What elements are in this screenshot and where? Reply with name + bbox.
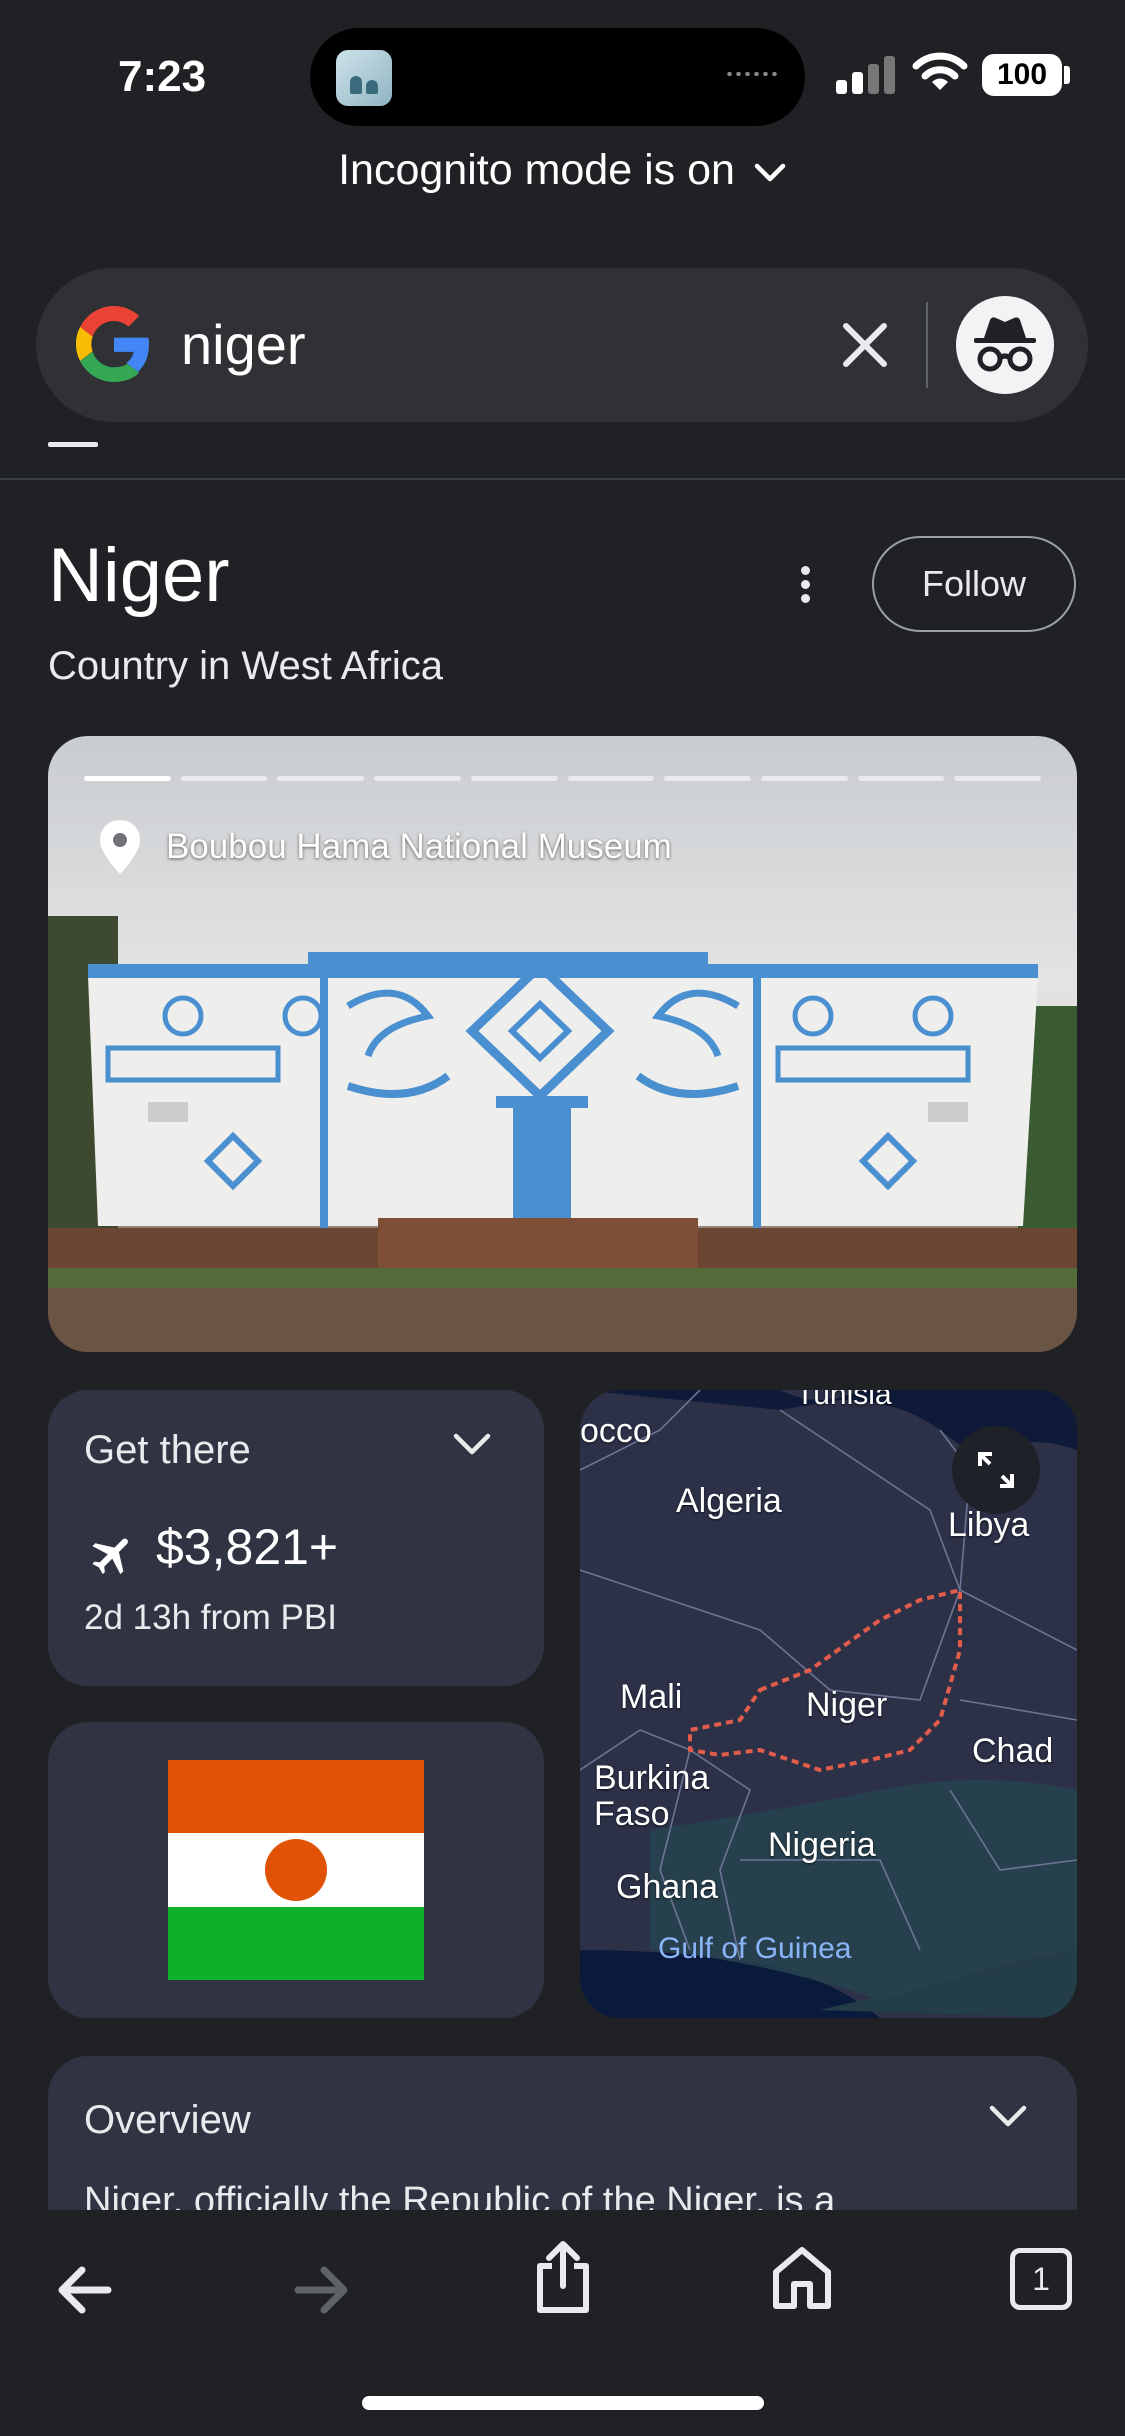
photo-location-label: Boubou Hama National Museum [166,827,672,866]
map-label-burkina-faso: Burkina Faso [594,1759,710,1833]
photo-carousel[interactable]: Boubou Hama National Museum [48,736,1077,1352]
map-label-morocco: occo [580,1412,652,1450]
map-label-gulf-of-guinea: Gulf of Guinea [658,1932,852,1965]
tab-indicator [48,442,98,447]
map-label-niger: Niger [806,1686,888,1724]
incognito-label: Incognito mode is on [338,146,735,194]
chevron-down-icon [754,163,786,181]
home-icon[interactable] [770,2244,834,2310]
flight-detail: 2d 13h from PBI [84,1598,337,1637]
close-icon[interactable] [836,316,894,374]
carousel-progress [84,776,1042,782]
map-label-tunisia: Tunisia [796,1390,892,1411]
chevron-down-icon[interactable] [988,2104,1028,2130]
status-time: 7:23 [118,52,207,101]
tab-count-button[interactable]: 1 [1010,2248,1072,2310]
home-indicator [362,2396,764,2410]
dynamic-island [310,28,805,126]
more-options-icon[interactable] [790,562,820,606]
expand-icon [978,1452,1014,1488]
map-label-ghana: Ghana [616,1868,719,1906]
cellular-signal-icon [836,56,896,94]
search-input[interactable]: niger [181,312,306,377]
entity-subtitle: Country in West Africa [48,644,443,688]
overview-title: Overview [84,2098,251,2142]
search-bar[interactable]: niger [36,268,1088,422]
google-logo-icon [76,306,149,382]
map-label-nigeria: Nigeria [768,1826,876,1864]
back-arrow-icon[interactable] [54,2262,114,2318]
divider [0,478,1125,480]
live-activity-app-icon [336,50,392,106]
wifi-icon [912,52,968,90]
battery-nub [1064,66,1070,84]
incognito-avatar[interactable] [956,296,1054,394]
museum-photo [48,916,1077,1352]
forward-arrow-icon[interactable] [292,2262,352,2318]
airplane-icon [92,1538,128,1575]
entity-title: Niger [48,533,230,618]
incognito-banner[interactable]: Incognito mode is on [0,146,1125,195]
battery-indicator: 100 [982,54,1062,96]
island-dots-icon [725,72,779,76]
get-there-card[interactable]: Get there $3,821+ 2d 13h from PBI [48,1390,544,1686]
incognito-icon [974,317,1036,372]
map-label-chad: Chad [972,1732,1054,1770]
search-divider [926,302,928,388]
photo-location[interactable]: Boubou Hama National Museum [98,818,672,876]
get-there-title: Get there [84,1428,251,1472]
location-pin-icon [100,820,140,874]
flight-price: $3,821+ [156,1519,339,1575]
share-icon[interactable] [532,2238,594,2316]
map-label-algeria: Algeria [676,1482,782,1520]
flag-card[interactable] [48,1722,544,2018]
niger-flag [168,1760,424,1980]
map-expand-button[interactable] [952,1426,1040,1514]
map-card[interactable]: Tunisia occo Algeria Libya Mali Niger Ch… [580,1390,1077,2018]
follow-button[interactable]: Follow [872,536,1076,632]
chevron-down-icon[interactable] [452,1432,492,1458]
map-label-mali: Mali [620,1678,683,1716]
